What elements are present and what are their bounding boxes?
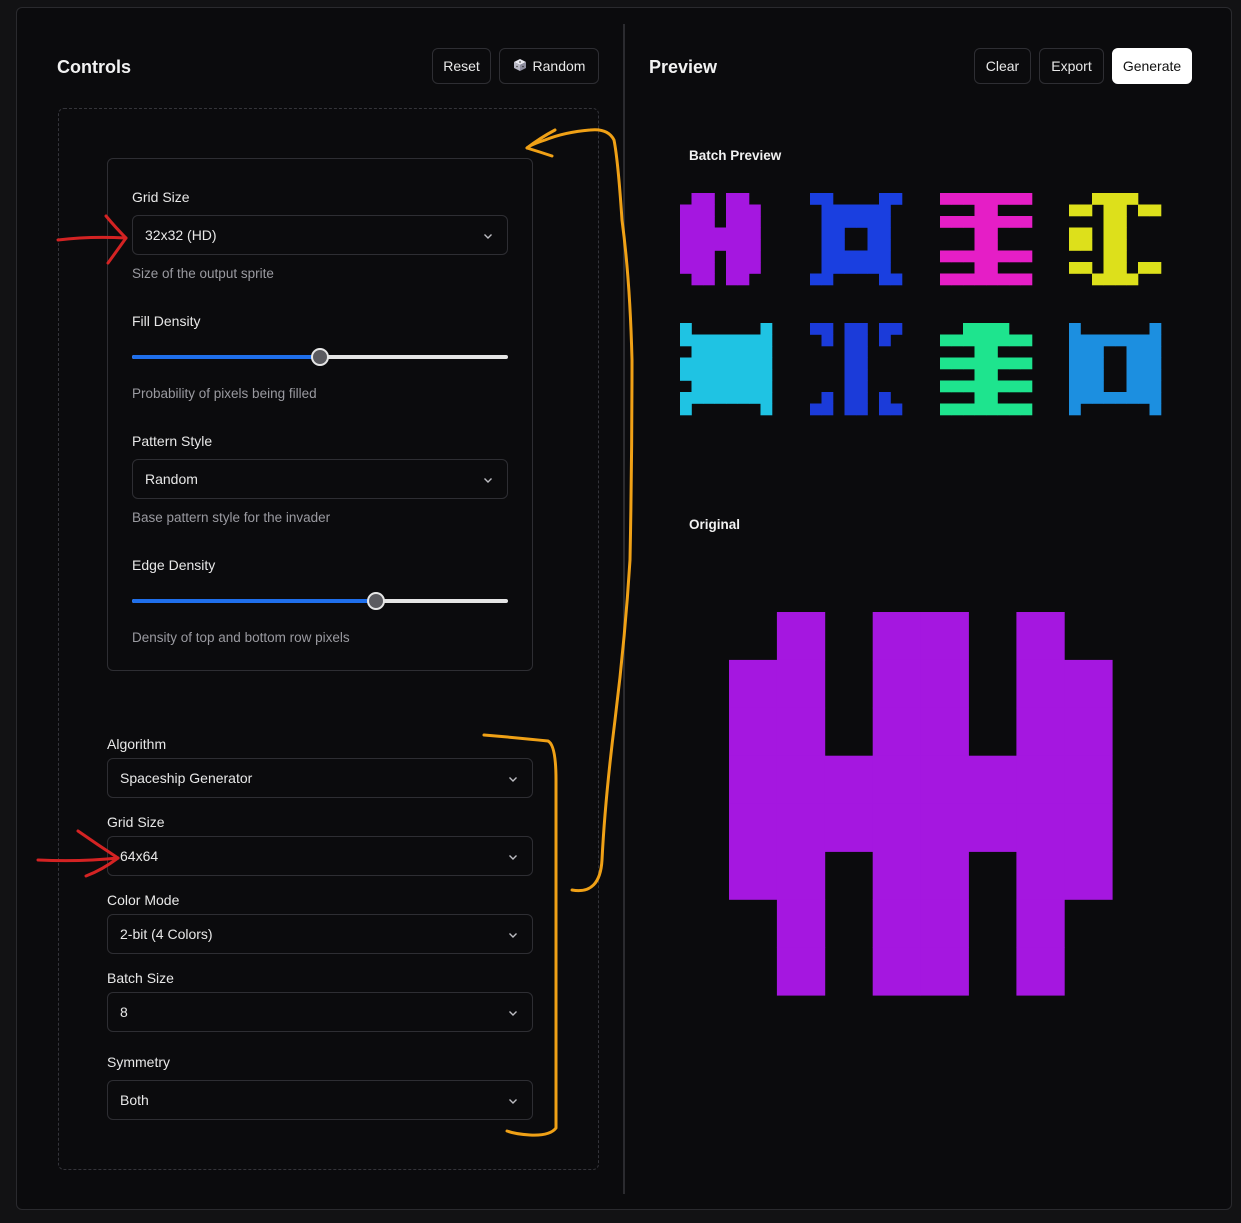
edge-density-slider[interactable]	[132, 591, 508, 611]
chevron-down-icon	[509, 777, 517, 782]
batch-size-value: 8	[120, 1004, 128, 1020]
export-label: Export	[1051, 58, 1092, 74]
fill-density-label: Fill Density	[132, 313, 201, 329]
chevron-down-icon	[484, 478, 492, 483]
fill-density-hint: Probability of pixels being filled	[132, 386, 317, 401]
reset-label: Reset	[443, 58, 480, 74]
algorithm-select[interactable]: Spaceship Generator	[107, 758, 533, 798]
pattern-style-hint: Base pattern style for the invader	[132, 510, 331, 525]
original-title: Original	[689, 517, 741, 532]
grid-size-2-label: Grid Size	[107, 814, 165, 830]
slider-thumb[interactable]	[311, 348, 329, 366]
slider-fill	[132, 599, 377, 603]
export-button[interactable]: Export	[1039, 48, 1104, 84]
color-mode-select[interactable]: 2-bit (4 Colors)	[107, 914, 533, 954]
edge-density-label: Edge Density	[132, 557, 216, 573]
symmetry-value: Both	[120, 1092, 149, 1108]
batch-size-select[interactable]: 8	[107, 992, 533, 1032]
preview-title: Preview	[649, 57, 718, 77]
grid-size-label: Grid Size	[132, 189, 190, 205]
controls-title: Controls	[57, 57, 131, 77]
pattern-style-value: Random	[145, 471, 198, 487]
symmetry-select[interactable]: Both	[107, 1080, 533, 1120]
chevron-down-icon	[509, 1011, 517, 1016]
generate-label: Generate	[1122, 58, 1182, 74]
batch-preview-title: Batch Preview	[689, 148, 782, 163]
dice-icon	[513, 58, 527, 75]
grid-size-2-value: 64x64	[120, 848, 159, 864]
edge-density-hint: Density of top and bottom row pixels	[132, 630, 350, 645]
chevron-down-icon	[509, 1099, 517, 1104]
grid-size-2-select[interactable]: 64x64	[107, 836, 533, 876]
pattern-style-select[interactable]: Random	[132, 459, 508, 499]
grid-size-value: 32x32 (HD)	[145, 227, 217, 243]
panel-divider	[623, 24, 625, 1194]
grid-size-select[interactable]: 32x32 (HD)	[132, 215, 508, 255]
grid-size-hint: Size of the output sprite	[132, 266, 274, 281]
pattern-style-label: Pattern Style	[132, 433, 213, 449]
batch-size-label: Batch Size	[107, 970, 174, 986]
chevron-down-icon	[509, 933, 517, 938]
slider-fill	[132, 355, 320, 359]
random-label: Random	[532, 58, 586, 74]
color-mode-label: Color Mode	[107, 892, 180, 908]
chevron-down-icon	[509, 855, 517, 860]
algorithm-label: Algorithm	[107, 736, 167, 752]
slider-thumb[interactable]	[367, 592, 386, 610]
clear-label: Clear	[985, 58, 1020, 74]
generate-button[interactable]: Generate	[1112, 48, 1192, 84]
algorithm-value: Spaceship Generator	[120, 770, 253, 786]
symmetry-label: Symmetry	[107, 1054, 170, 1070]
chevron-down-icon	[484, 234, 492, 239]
fill-density-slider[interactable]	[132, 347, 508, 367]
clear-button[interactable]: Clear	[974, 48, 1031, 84]
color-mode-value: 2-bit (4 Colors)	[120, 926, 213, 942]
random-button[interactable]: Random	[499, 48, 599, 84]
reset-button[interactable]: Reset	[432, 48, 491, 84]
